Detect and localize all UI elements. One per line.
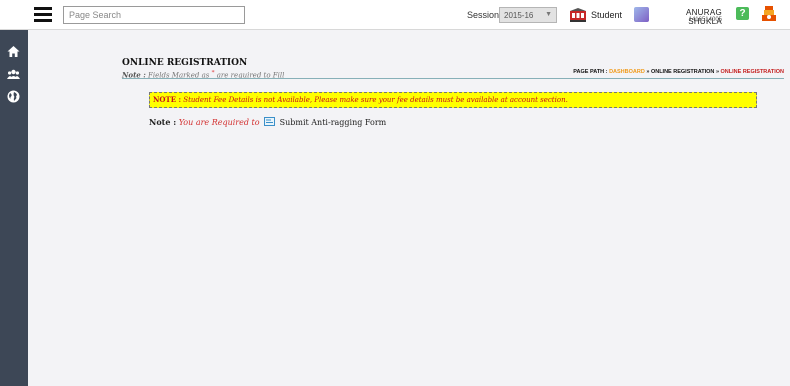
help-icon[interactable]: ?: [736, 7, 749, 20]
student-icon[interactable]: [570, 8, 586, 22]
anti-ragging-form-link[interactable]: Submit Anti-ragging Form: [280, 118, 387, 127]
breadcrumb-current: ONLINE REGISTRATION: [720, 69, 784, 75]
avatar[interactable]: [634, 7, 649, 22]
sidebar: [0, 30, 28, 386]
breadcrumb-dashboard[interactable]: DASHBOARD: [609, 69, 645, 75]
breadcrumb: PAGE PATH : DASHBOARD » ONLINE REGISTRAT…: [530, 69, 784, 75]
top-bar: Session 2015-16 ▼ Student ANURAG SHUKLA …: [0, 0, 790, 30]
breadcrumb-label: PAGE PATH :: [573, 69, 608, 75]
anti-required-text: You are Required to: [178, 118, 260, 127]
alert-label: NOTE :: [153, 95, 182, 104]
user-id: 1416514005: [688, 17, 722, 23]
form-icon[interactable]: [264, 117, 276, 126]
alert-text: Student Fee Details is not Available, Pl…: [183, 96, 568, 104]
title-divider: [122, 78, 784, 79]
role-label[interactable]: Student: [591, 10, 622, 20]
chevron-down-icon: ▼: [545, 11, 552, 18]
globe-icon[interactable]: [7, 90, 20, 103]
session-select[interactable]: 2015-16 ▼: [499, 7, 557, 23]
page-title: ONLINE REGISTRATION: [122, 58, 248, 68]
logout-icon[interactable]: [762, 6, 776, 21]
breadcrumb-separator: »: [646, 69, 650, 75]
home-icon[interactable]: [7, 45, 20, 58]
menu-icon[interactable]: [34, 7, 52, 22]
page-search-input[interactable]: [63, 6, 245, 24]
breadcrumb-separator: »: [715, 69, 719, 75]
required-star: *: [211, 70, 215, 76]
users-icon[interactable]: [7, 68, 20, 81]
fee-alert: NOTE : Student Fee Details is not Availa…: [149, 92, 757, 108]
anti-note-label: Note :: [149, 117, 177, 127]
breadcrumb-online-registration[interactable]: ONLINE REGISTRATION: [651, 69, 714, 75]
session-label: Session: [467, 10, 500, 20]
anti-ragging-note: Note : You are Required to Submit Anti-r…: [149, 117, 386, 127]
session-value: 2015-16: [504, 11, 534, 20]
